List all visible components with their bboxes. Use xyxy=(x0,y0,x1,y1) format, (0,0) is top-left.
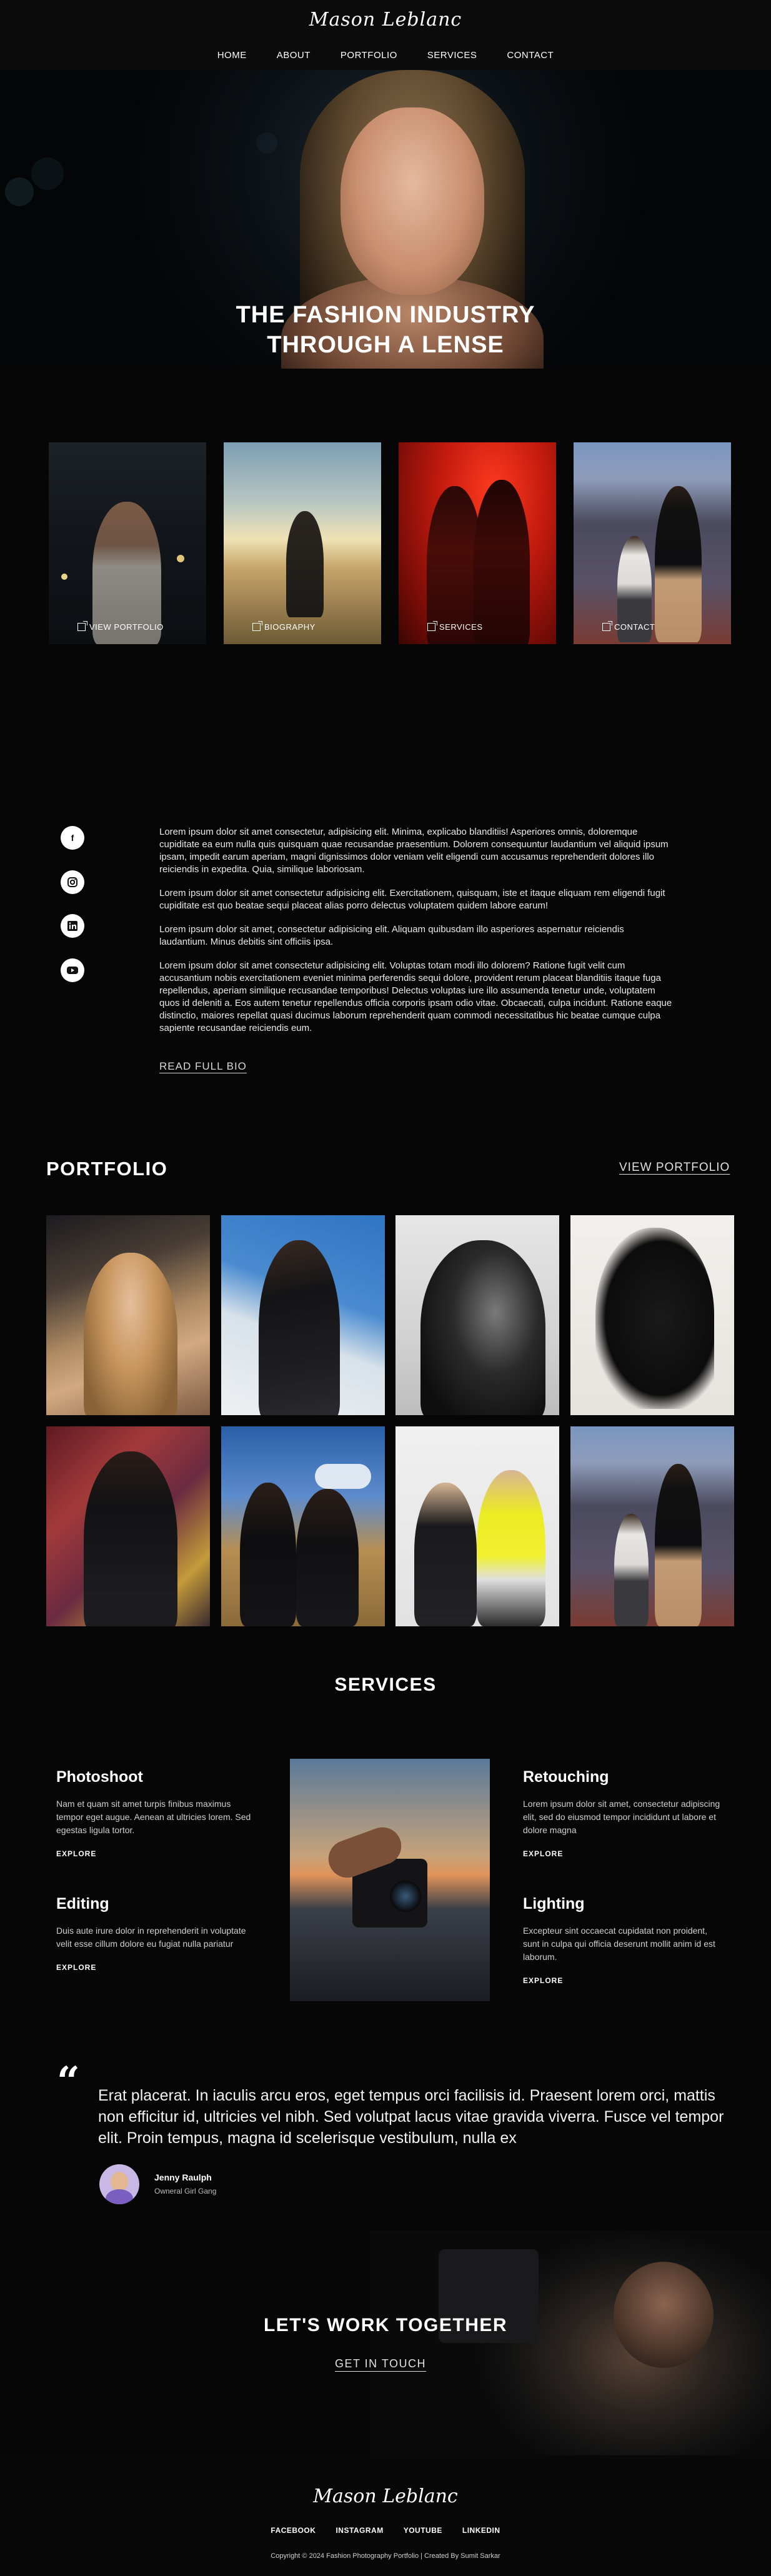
portfolio-photo[interactable] xyxy=(570,1215,734,1415)
nav-about[interactable]: ABOUT xyxy=(277,50,311,61)
cta-section xyxy=(0,2230,771,2455)
linkedin-icon[interactable] xyxy=(61,914,84,938)
cta-title: LET'S WORK TOGETHER xyxy=(263,2315,508,2335)
site-logo[interactable]: Mason Leblanc xyxy=(0,9,771,31)
footer-link-facebook[interactable]: FACEBOOK xyxy=(271,2526,316,2535)
footer-link-instagram[interactable]: INSTAGRAM xyxy=(336,2526,383,2535)
service-photoshoot: Photoshoot Nam et quam sit amet turpis f… xyxy=(56,1768,256,1858)
services-title: SERVICES xyxy=(334,1674,437,1695)
card-contact[interactable]: CONTACT xyxy=(574,442,731,644)
footer-links: FACEBOOK INSTAGRAM YOUTUBE LINKEDIN xyxy=(0,2526,771,2535)
portfolio-photo[interactable] xyxy=(46,1426,210,1626)
external-link-icon xyxy=(252,621,262,631)
quote-icon: “ xyxy=(57,2058,80,2105)
nav-portfolio[interactable]: PORTFOLIO xyxy=(341,50,397,61)
footer-logo[interactable]: Mason Leblanc xyxy=(0,2485,771,2507)
nav-services[interactable]: SERVICES xyxy=(427,50,477,61)
portfolio-photo[interactable] xyxy=(395,1215,559,1415)
service-name: Retouching xyxy=(523,1768,609,1786)
explore-link[interactable]: EXPLORE xyxy=(523,1849,723,1858)
service-desc: Nam et quam sit amet turpis finibus maxi… xyxy=(56,1799,251,1835)
card-view-portfolio[interactable]: VIEW PORTFOLIO xyxy=(49,442,206,644)
card-services[interactable]: SERVICES xyxy=(399,442,556,644)
service-name: Editing xyxy=(56,1895,109,1912)
testimonial-name: Jenny Raulph xyxy=(154,2172,212,2182)
main-nav: HOME ABOUT PORTFOLIO SERVICES CONTACT xyxy=(0,50,771,61)
services-camera-photo xyxy=(290,1759,490,2001)
service-desc: Lorem ipsum dolor sit amet, consectetur … xyxy=(523,1799,720,1835)
service-lighting: Lighting Excepteur sint occaecat cupidat… xyxy=(523,1895,723,1985)
portfolio-title: PORTFOLIO xyxy=(46,1158,168,1180)
service-name: Lighting xyxy=(523,1895,585,1912)
hero-title: THE FASHION INDUSTRY THROUGH A LENSE xyxy=(236,302,535,358)
external-link-icon xyxy=(602,621,612,631)
service-desc: Excepteur sint occaecat cupidatat non pr… xyxy=(523,1926,715,1962)
service-name: Photoshoot xyxy=(56,1768,143,1786)
card-biography[interactable]: BIOGRAPHY xyxy=(224,442,381,644)
view-portfolio-link[interactable]: VIEW PORTFOLIO xyxy=(619,1161,730,1175)
service-desc: Duis aute irure dolor in reprehenderit i… xyxy=(56,1926,246,1949)
bio-paragraph: Lorem ipsum dolor sit amet consectetur a… xyxy=(159,888,665,911)
copyright-text: Copyright © 2024 Fashion Photography Por… xyxy=(271,2552,500,2560)
hero-model-face xyxy=(341,107,484,295)
footer-link-youtube[interactable]: YOUTUBE xyxy=(404,2526,442,2535)
service-editing: Editing Duis aute irure dolor in reprehe… xyxy=(56,1895,256,1972)
avatar xyxy=(99,2164,139,2204)
testimonial-org: Owneral Girl Gang xyxy=(154,2187,217,2196)
read-full-bio-link[interactable]: READ FULL BIO xyxy=(159,1060,247,1073)
instagram-icon[interactable] xyxy=(61,870,84,894)
portfolio-photo[interactable] xyxy=(46,1215,210,1415)
portfolio-photo[interactable] xyxy=(570,1426,734,1626)
portfolio-photo[interactable] xyxy=(221,1215,385,1415)
bio-paragraph: Lorem ipsum dolor sit amet consectetur a… xyxy=(159,960,672,1033)
cta-photographer-photo xyxy=(370,2230,771,2455)
footer-link-linkedin[interactable]: LINKEDIN xyxy=(462,2526,500,2535)
portfolio-photo[interactable] xyxy=(221,1426,385,1626)
nav-home[interactable]: HOME xyxy=(217,50,247,61)
external-link-icon xyxy=(427,621,437,631)
external-link-icon xyxy=(77,621,87,631)
nav-contact[interactable]: CONTACT xyxy=(507,50,554,61)
explore-link[interactable]: EXPLORE xyxy=(523,1976,723,1985)
service-retouching: Retouching Lorem ipsum dolor sit amet, c… xyxy=(523,1768,723,1858)
facebook-icon[interactable]: f xyxy=(61,826,84,850)
explore-link[interactable]: EXPLORE xyxy=(56,1963,256,1972)
youtube-icon[interactable] xyxy=(61,958,84,982)
testimonial-quote: Erat placerat. In iaculis arcu eros, ege… xyxy=(98,2087,724,2147)
bio-paragraph: Lorem ipsum dolor sit amet consectetur, … xyxy=(159,827,669,875)
bio-paragraph: Lorem ipsum dolor sit amet, consectetur … xyxy=(159,924,624,947)
explore-link[interactable]: EXPLORE xyxy=(56,1849,256,1858)
get-in-touch-link[interactable]: GET IN TOUCH xyxy=(0,2357,771,2370)
bio-text: Lorem ipsum dolor sit amet consectetur, … xyxy=(159,826,673,1046)
portfolio-photo[interactable] xyxy=(395,1426,559,1626)
